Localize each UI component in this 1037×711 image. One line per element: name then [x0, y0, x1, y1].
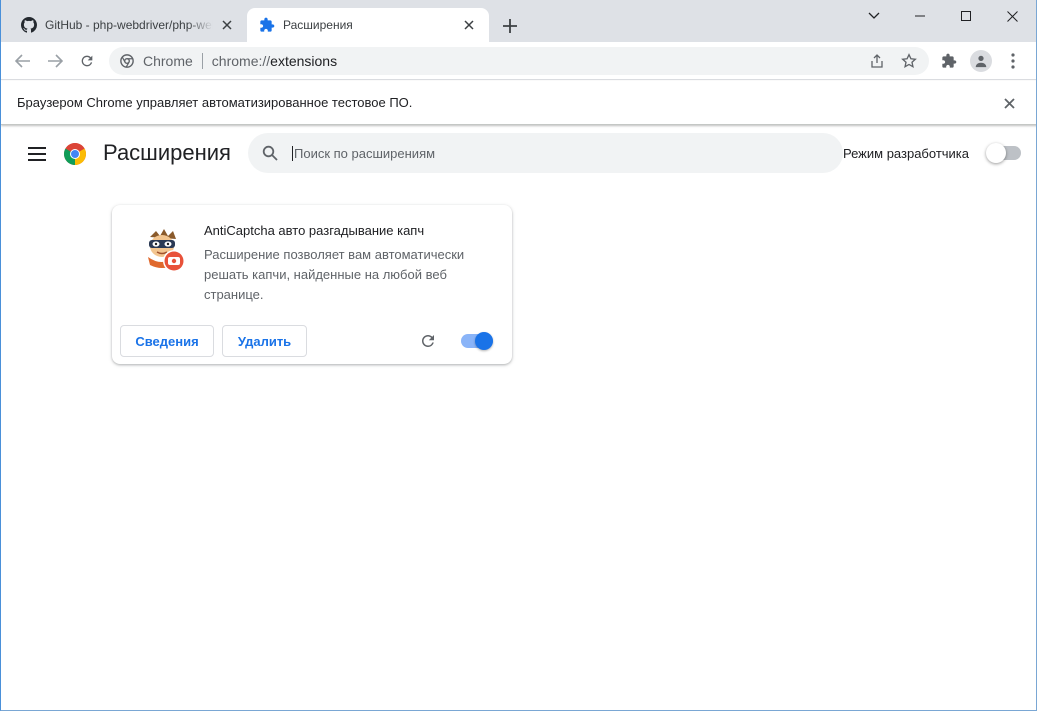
- tab-title: GitHub - php-webdriver/php-webdriver: [45, 18, 213, 32]
- share-icon[interactable]: [863, 47, 891, 75]
- developer-mode-toggle[interactable]: [986, 143, 1021, 163]
- reload-icon[interactable]: [73, 47, 101, 75]
- hamburger-menu-icon[interactable]: [25, 142, 49, 166]
- toolbar: Chrome chrome://extensions: [1, 42, 1036, 80]
- extensions-puzzle-icon[interactable]: [935, 47, 963, 75]
- extensions-header: Расширения Режим разработчика: [1, 126, 1036, 182]
- back-arrow-icon[interactable]: [9, 47, 37, 75]
- tab-search-chevron-icon[interactable]: [851, 0, 897, 32]
- extension-name: AntiCaptcha авто разгадывание капч: [204, 223, 425, 238]
- url-text: chrome://extensions: [212, 53, 337, 69]
- search-icon: [260, 143, 280, 163]
- site-chip: Chrome: [143, 53, 193, 69]
- close-tab-icon[interactable]: [219, 17, 235, 33]
- chrome-site-icon: [119, 53, 135, 69]
- search-input[interactable]: [292, 145, 812, 161]
- tab-title: Расширения: [283, 18, 353, 32]
- more-vertical-icon[interactable]: [999, 47, 1027, 75]
- automation-infobar: Браузером Chrome управляет автоматизиров…: [1, 81, 1036, 125]
- details-button[interactable]: Сведения: [120, 325, 214, 357]
- address-bar[interactable]: Chrome chrome://extensions: [109, 47, 929, 75]
- puzzle-icon: [259, 17, 275, 33]
- extension-card: AntiCaptcha авто разгадывание капч Расши…: [112, 205, 512, 364]
- infobar-message: Браузером Chrome управляет автоматизиров…: [17, 95, 413, 110]
- remove-button[interactable]: Удалить: [222, 325, 307, 357]
- minimize-button[interactable]: [897, 0, 943, 32]
- person-icon: [970, 50, 992, 72]
- developer-mode-label: Режим разработчика: [843, 146, 970, 161]
- bookmark-star-icon[interactable]: [895, 47, 923, 75]
- toggle-knob: [475, 332, 493, 350]
- maximize-button[interactable]: [943, 0, 989, 32]
- profile-avatar[interactable]: [967, 47, 995, 75]
- anticaptcha-logo-icon: [140, 227, 188, 275]
- tab-github[interactable]: GitHub - php-webdriver/php-webdriver: [9, 8, 247, 42]
- url-scheme: chrome://: [211, 53, 271, 69]
- close-window-button[interactable]: [989, 0, 1035, 32]
- url-path: extensions: [270, 53, 338, 69]
- reload-extension-icon[interactable]: [416, 329, 440, 353]
- forward-arrow-icon[interactable]: [41, 47, 69, 75]
- new-tab-button[interactable]: [498, 14, 522, 38]
- tab-extensions[interactable]: Расширения: [247, 8, 489, 42]
- toggle-knob: [986, 143, 1006, 163]
- infobar-close-icon[interactable]: [999, 93, 1019, 113]
- extension-description: Расширение позволяет вам автоматически р…: [204, 247, 465, 302]
- tab-strip: GitHub - php-webdriver/php-webdriver Рас…: [1, 0, 1036, 42]
- search-box[interactable]: [248, 133, 843, 173]
- extension-enable-toggle[interactable]: [461, 332, 493, 350]
- omnibox-divider: [201, 53, 203, 69]
- github-icon: [21, 17, 37, 33]
- chrome-logo-icon: [63, 142, 87, 166]
- page-title: Расширения: [103, 140, 231, 165]
- close-tab-icon[interactable]: [461, 17, 477, 33]
- browser-window: GitHub - php-webdriver/php-webdriver Рас…: [0, 0, 1037, 711]
